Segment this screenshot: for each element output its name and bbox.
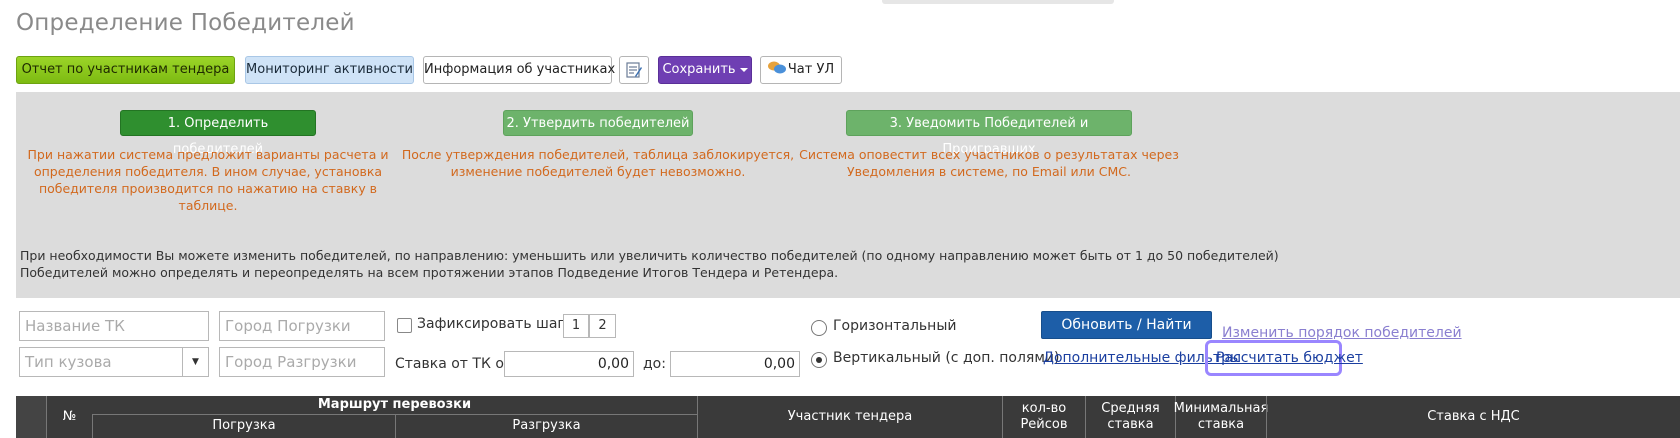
filters-bar: Название ТК Город Погрузки Тип кузова ▼ … bbox=[0, 302, 1680, 388]
rate-to-input[interactable]: 0,00 bbox=[670, 351, 800, 377]
horizontal-radio-label: Горизонтальный bbox=[833, 318, 957, 334]
load-city-input[interactable]: Город Погрузки bbox=[219, 311, 385, 341]
body-type-placeholder: Тип кузова bbox=[25, 353, 112, 371]
step2-description: После утверждения победителей, таблица з… bbox=[400, 146, 796, 180]
step1-description: При нажатии система предложит варианты р… bbox=[16, 146, 400, 214]
notes-icon bbox=[626, 62, 642, 78]
change-winners-order-link[interactable]: Изменить порядок победителей bbox=[1222, 325, 1462, 341]
column-trips-line1: кол-во bbox=[1021, 401, 1067, 416]
column-load: Погрузка bbox=[92, 414, 395, 438]
column-trips: кол-во Рейсов bbox=[1002, 396, 1085, 438]
page-title: Определение Победителей bbox=[16, 10, 355, 36]
step1-desc-line: определения победителя. В ином случае, у… bbox=[33, 164, 383, 179]
save-button-label: Сохранить bbox=[662, 62, 736, 77]
column-min-line1: Минимальная bbox=[1173, 401, 1269, 416]
column-min-line2: ставка bbox=[1197, 417, 1245, 432]
tk-name-input[interactable]: Название ТК bbox=[19, 311, 209, 341]
top-scroll-strip bbox=[882, 0, 1114, 4]
participants-info-button[interactable]: Информация об участниках bbox=[423, 56, 615, 84]
step1-desc-line: победителя производится по нажатию на ст… bbox=[38, 181, 378, 213]
save-dropdown-button[interactable]: Сохранить bbox=[658, 56, 752, 84]
dropdown-arrow-icon: ▼ bbox=[182, 348, 208, 376]
determine-winners-button[interactable]: 1. Определить победителей bbox=[120, 110, 316, 157]
activity-monitoring-button[interactable]: Мониторинг активности bbox=[245, 56, 414, 84]
fix-header-label: Зафиксировать шапку bbox=[417, 316, 584, 332]
chat-button-label: Чат УЛ bbox=[787, 62, 835, 77]
winners-note: При необходимости Вы можете изменить поб… bbox=[20, 248, 1279, 281]
unload-city-input[interactable]: Город Разгрузки bbox=[219, 347, 385, 377]
note-line: Победителей можно определять и переопред… bbox=[20, 264, 839, 280]
chat-button[interactable]: Чат УЛ bbox=[760, 56, 842, 84]
rate-to-label: до: bbox=[643, 356, 666, 372]
fix-header-checkbox[interactable] bbox=[397, 318, 412, 333]
instructions-panel: 1. Определить победителей При нажатии си… bbox=[16, 92, 1680, 298]
column-number: № bbox=[46, 396, 92, 438]
note-line: При необходимости Вы можете изменить поб… bbox=[20, 248, 1279, 263]
calc-budget-link[interactable]: Рассчитать бюджет bbox=[1216, 350, 1363, 366]
column-unload: Разгрузка bbox=[395, 414, 697, 438]
results-table-header: № Маршрут перевозки Погрузка Разгрузка У… bbox=[16, 396, 1680, 438]
step3-description: Система оповестит всех участников о резу… bbox=[796, 146, 1182, 180]
horizontal-radio[interactable] bbox=[811, 320, 827, 336]
refresh-search-button[interactable]: Обновить / Найти bbox=[1041, 311, 1212, 339]
notify-winners-button[interactable]: 3. Уведомить Победителей и Проигравших bbox=[846, 110, 1132, 157]
column-participant: Участник тендера bbox=[697, 396, 1002, 438]
route-group-header: Маршрут перевозки bbox=[317, 397, 472, 412]
edit-notes-button[interactable] bbox=[619, 56, 649, 84]
step1-desc-line: При нажатии система предложит варианты р… bbox=[27, 147, 389, 162]
column-min-rate: Минимальная ставка bbox=[1173, 396, 1269, 438]
rate-from-label: Ставка от ТК от: bbox=[395, 356, 517, 372]
participants-report-button[interactable]: Отчет по участникам тендера bbox=[16, 56, 235, 84]
row-select-column bbox=[16, 396, 46, 438]
column-trips-line2: Рейсов bbox=[1020, 417, 1068, 432]
page-2-button[interactable]: 2 bbox=[589, 314, 616, 338]
rate-from-input[interactable]: 0,00 bbox=[504, 351, 634, 377]
approve-winners-button[interactable]: 2. Утвердить победителей bbox=[503, 110, 693, 136]
step2-desc-line: изменение победителей будет невозможно. bbox=[450, 164, 746, 179]
vertical-radio[interactable] bbox=[811, 352, 827, 368]
column-avg-line1: Средняя bbox=[1101, 401, 1160, 416]
vertical-radio-label: Вертикальный (с доп. полями) bbox=[833, 350, 1060, 366]
step3-desc-line: Уведомления в системе, по Email или СМС. bbox=[847, 164, 1131, 179]
page-1-button[interactable]: 1 bbox=[563, 314, 589, 338]
column-average-rate: Средняя ставка bbox=[1085, 396, 1175, 438]
chat-bubbles-icon bbox=[767, 61, 786, 74]
body-type-select[interactable]: Тип кузова ▼ bbox=[19, 347, 209, 377]
step3-desc-line: Система оповестит всех участников о резу… bbox=[799, 147, 1179, 162]
chevron-down-icon bbox=[739, 67, 748, 72]
column-rate-vat: Ставка с НДС bbox=[1266, 396, 1680, 438]
column-avg-line2: ставка bbox=[1107, 417, 1154, 432]
step2-desc-line: После утверждения победителей, таблица з… bbox=[401, 147, 795, 162]
rate-to-label-text: до: bbox=[643, 356, 666, 372]
